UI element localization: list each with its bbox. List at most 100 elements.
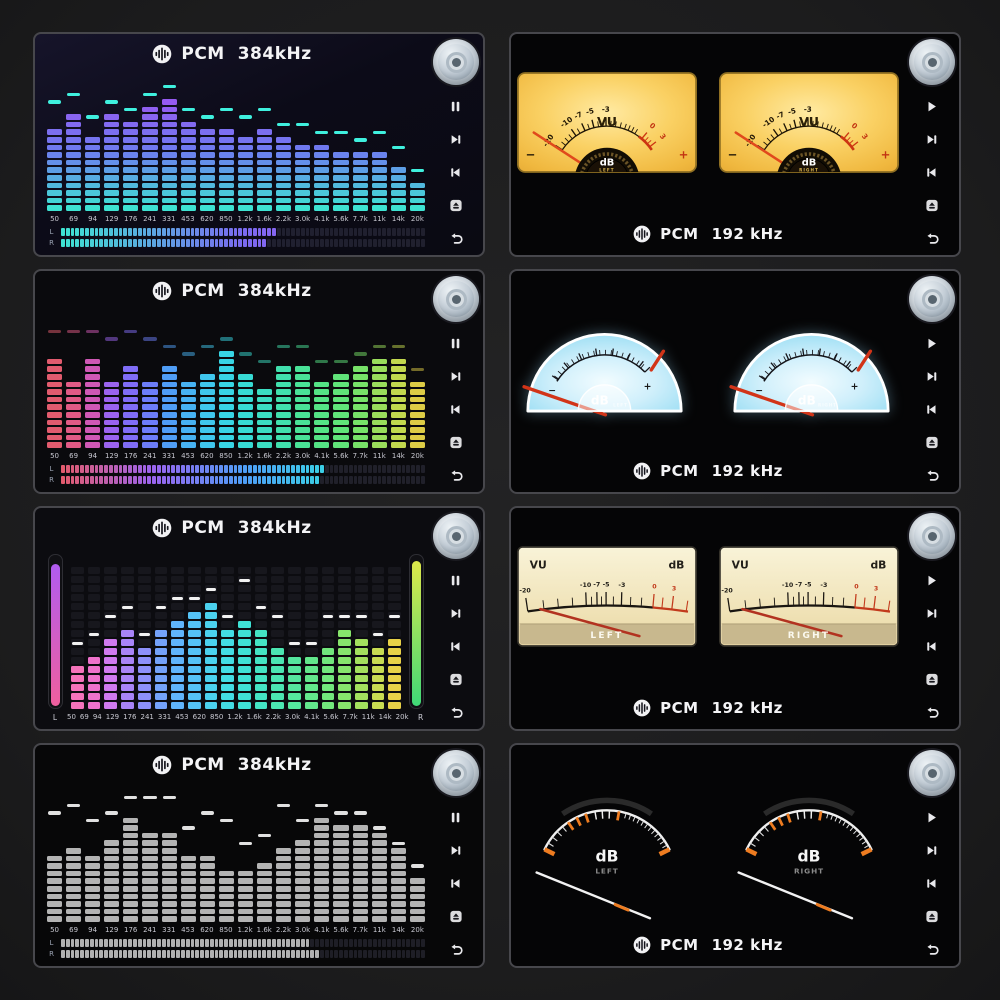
spectrum-segment (391, 167, 406, 173)
spectrum-segment (238, 374, 253, 380)
skip-next-button[interactable] (443, 601, 469, 625)
pause-button[interactable] (443, 568, 469, 592)
spectrum-segment (322, 657, 335, 664)
return-button[interactable] (919, 226, 945, 250)
spectrum-segment (104, 833, 119, 839)
disc-volume-knob[interactable] (909, 513, 955, 559)
eject-button[interactable] (919, 193, 945, 217)
return-button[interactable] (919, 937, 945, 961)
spectrum-bar (372, 552, 385, 709)
skip-next-button[interactable] (443, 838, 469, 862)
play-button[interactable] (919, 568, 945, 592)
spectrum-segment (219, 129, 234, 135)
spectrum-segment (162, 818, 177, 824)
spectrum-segment (104, 684, 117, 691)
eject-button[interactable] (443, 904, 469, 928)
eject-button[interactable] (443, 430, 469, 454)
spectrum-segment (181, 336, 196, 342)
spectrum-segment (353, 825, 368, 831)
spectrum-segment (372, 404, 387, 410)
spectrum-segment (200, 397, 215, 403)
skip-next-button[interactable] (919, 838, 945, 862)
return-button[interactable] (443, 226, 469, 250)
skip-previous-button[interactable] (443, 871, 469, 895)
return-icon (925, 942, 939, 957)
spectrum-segment (200, 840, 215, 846)
channel-label: R (47, 239, 56, 247)
disc-volume-knob[interactable] (433, 513, 479, 559)
skip-previous-button[interactable] (443, 160, 469, 184)
eject-button[interactable] (919, 430, 945, 454)
peak-hold-indicator (143, 337, 156, 341)
disc-volume-knob[interactable] (909, 750, 955, 796)
spectrum-segment (171, 585, 184, 592)
disc-volume-knob[interactable] (433, 39, 479, 85)
spectrum-segment (314, 810, 329, 816)
spectrum-segment (162, 190, 177, 196)
spectrum-segment (104, 567, 117, 574)
skip-next-button[interactable] (443, 364, 469, 388)
spectrum-segment (372, 107, 387, 113)
spectrum-segment (257, 129, 272, 135)
spectrum-segment (104, 389, 119, 395)
disc-volume-knob[interactable] (433, 276, 479, 322)
skip-next-button[interactable] (919, 601, 945, 625)
skip-previous-button[interactable] (919, 160, 945, 184)
eject-button[interactable] (443, 667, 469, 691)
spectrum-segment (410, 205, 425, 211)
return-button[interactable] (443, 937, 469, 961)
spectrum-segment (288, 648, 301, 655)
spectrum-segment (353, 175, 368, 181)
peak-hold-indicator (323, 615, 334, 619)
spectrum-segment (333, 167, 348, 173)
play-button[interactable] (919, 94, 945, 118)
skip-previous-button[interactable] (919, 871, 945, 895)
play-button[interactable] (919, 805, 945, 829)
pause-button[interactable] (443, 331, 469, 355)
spectrum-segment (372, 435, 387, 441)
play-button[interactable] (919, 331, 945, 355)
spectrum-segment (295, 137, 310, 143)
pause-button[interactable] (443, 805, 469, 829)
spectrum-segment (238, 894, 253, 900)
spectrum-segment (138, 612, 151, 619)
spectrum-segment (142, 825, 157, 831)
spectrum-segment (372, 397, 387, 403)
eject-button[interactable] (443, 193, 469, 217)
skip-next-button[interactable] (919, 364, 945, 388)
return-button[interactable] (919, 700, 945, 724)
disc-volume-knob[interactable] (909, 276, 955, 322)
spectrum-segment (295, 190, 310, 196)
spectrum-bar (142, 315, 157, 448)
spectrum-segment (47, 167, 62, 173)
return-button[interactable] (443, 700, 469, 724)
spectrum-segment (333, 152, 348, 158)
spectrum-segment (276, 152, 291, 158)
spectrum-segment (88, 648, 101, 655)
frequency-label: 2.2k (276, 215, 291, 223)
spectrum-segment (162, 427, 177, 433)
skip-previous-button[interactable] (443, 634, 469, 658)
spectrum-segment (322, 567, 335, 574)
disc-volume-knob[interactable] (433, 750, 479, 796)
spectrum-segment (372, 382, 387, 388)
pause-button[interactable] (443, 94, 469, 118)
spectrum-segment (255, 702, 268, 709)
peak-hold-indicator (306, 642, 317, 646)
eject-button[interactable] (919, 667, 945, 691)
disc-volume-knob[interactable] (909, 39, 955, 85)
format-footer: PCM 192 kHz (511, 225, 905, 243)
peak-hold-indicator (206, 588, 217, 592)
spectrum-segment (71, 567, 84, 574)
spectrum-segment (314, 175, 329, 181)
return-button[interactable] (443, 463, 469, 487)
skip-previous-button[interactable] (919, 634, 945, 658)
spectrum-segment (66, 336, 81, 342)
skip-previous-button[interactable] (443, 397, 469, 421)
skip-next-button[interactable] (919, 127, 945, 151)
spectrum-segment (66, 886, 81, 892)
eject-button[interactable] (919, 904, 945, 928)
skip-next-button[interactable] (443, 127, 469, 151)
return-button[interactable] (919, 463, 945, 487)
skip-previous-button[interactable] (919, 397, 945, 421)
